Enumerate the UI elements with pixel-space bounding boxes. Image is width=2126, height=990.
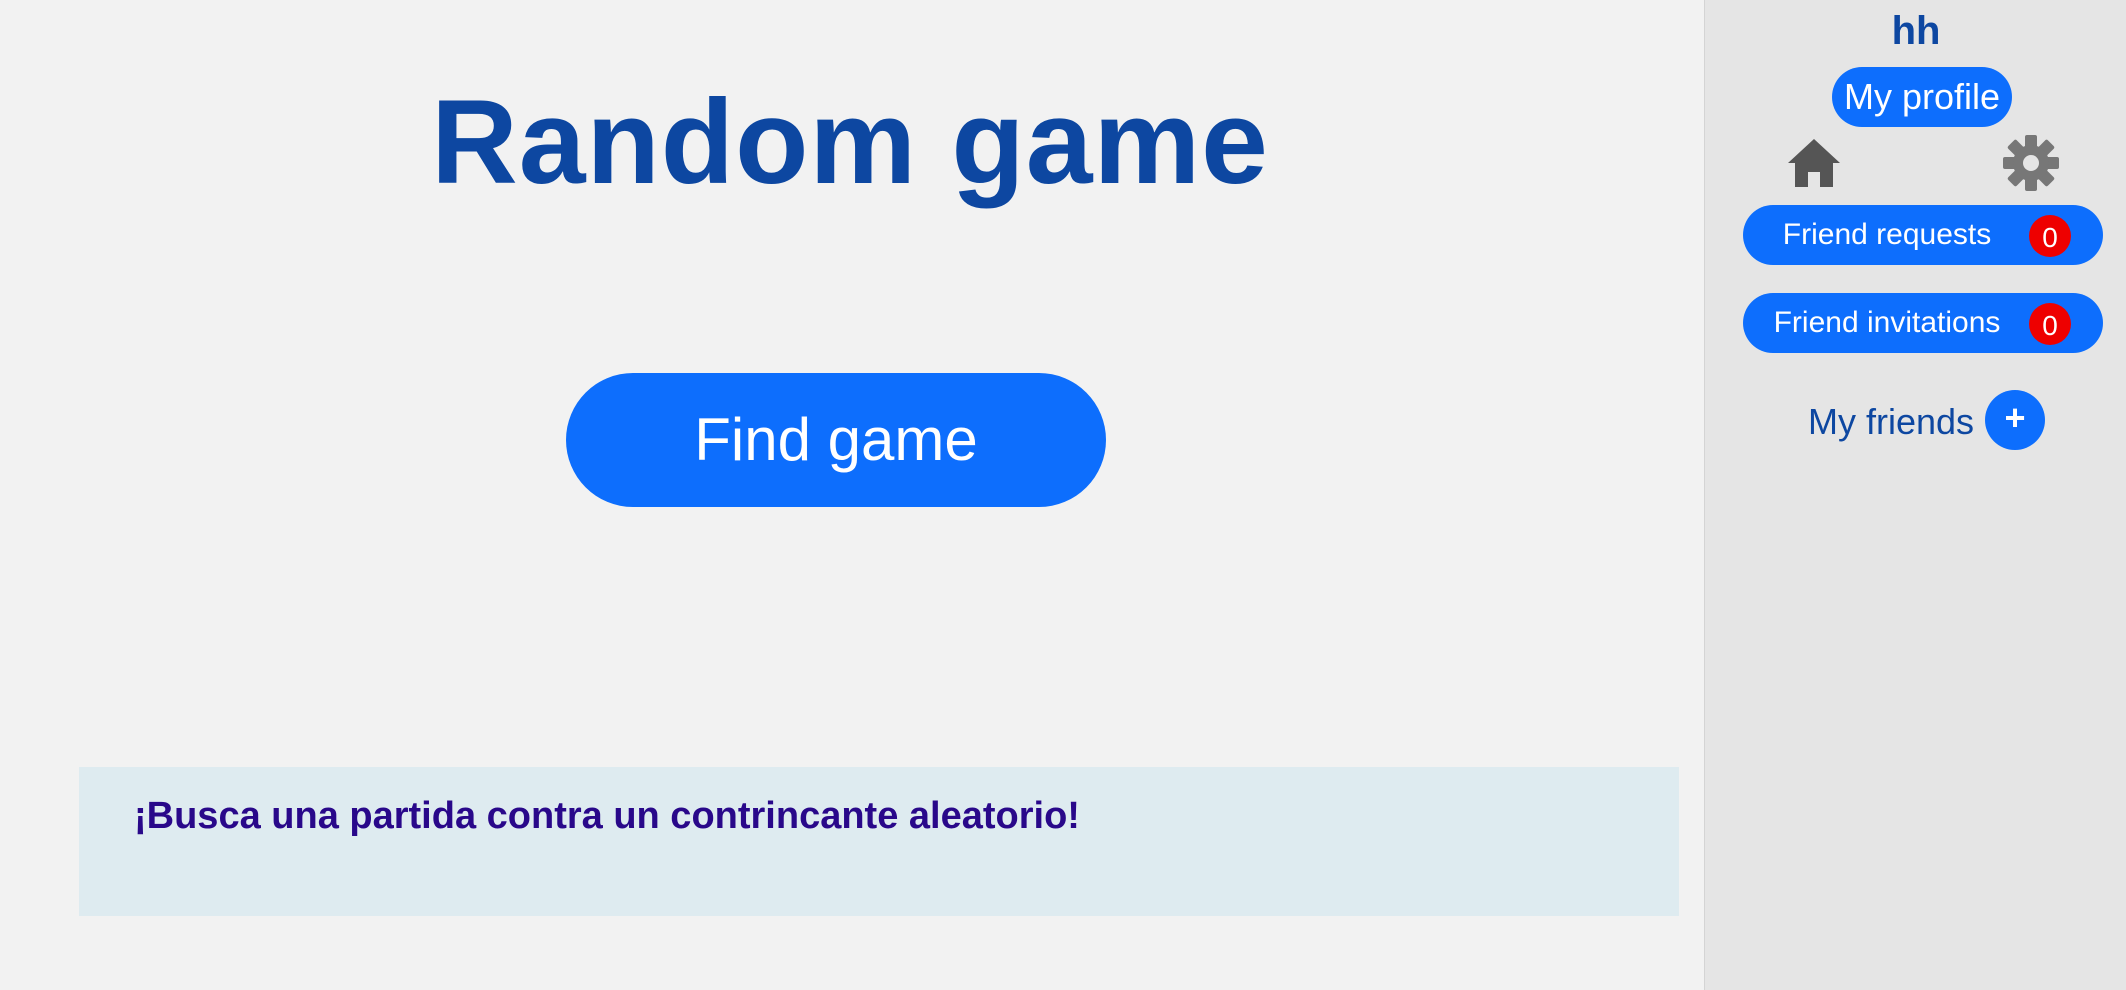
- friend-requests-label: Friend requests: [1782, 218, 1992, 251]
- home-icon[interactable]: [1787, 136, 1841, 190]
- main-content: Random game Find game ¡Busca una partida…: [0, 0, 1704, 990]
- info-box: ¡Busca una partida contra un contrincant…: [79, 767, 1679, 916]
- page-title: Random game: [431, 75, 1269, 209]
- gear-icon[interactable]: [2002, 134, 2060, 192]
- my-friends-label: My friends: [1808, 401, 1975, 442]
- username: hh: [1891, 9, 1941, 53]
- info-text: ¡Busca una partida contra un contrincant…: [134, 795, 1080, 837]
- friend-requests-button[interactable]: Friend requests 0: [1743, 205, 2103, 265]
- find-game-button[interactable]: Find game: [566, 373, 1106, 507]
- add-friend-button[interactable]: +: [1985, 390, 2045, 450]
- friend-invitations-label: Friend invitations: [1773, 306, 2001, 339]
- friend-requests-count-badge: 0: [2029, 215, 2071, 257]
- my-profile-button[interactable]: My profile: [1832, 67, 2012, 127]
- friend-invitations-button[interactable]: Friend invitations 0: [1743, 293, 2103, 353]
- friend-invitations-count-badge: 0: [2029, 303, 2071, 345]
- sidebar: hh My profile Friend requests 0 Friend i…: [1704, 0, 2126, 990]
